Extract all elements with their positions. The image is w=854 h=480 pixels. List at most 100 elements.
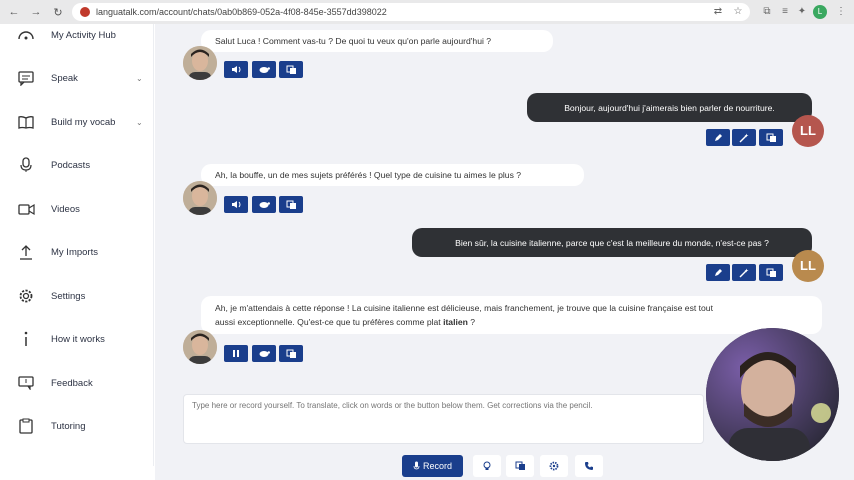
chat-bubble-icon bbox=[17, 69, 35, 87]
translate-button[interactable] bbox=[759, 264, 783, 281]
book-icon bbox=[17, 113, 35, 131]
tutor-avatar bbox=[183, 46, 217, 80]
extension-icon[interactable]: ✦ bbox=[795, 5, 809, 19]
message-line: aussi exceptionnelle. Qu'est-ce que tu p… bbox=[215, 317, 476, 327]
lightbulb-icon bbox=[483, 461, 491, 470]
translate-button[interactable] bbox=[759, 129, 783, 146]
chat-settings-button[interactable] bbox=[540, 455, 568, 477]
turtle-icon bbox=[259, 67, 270, 73]
translate-icon bbox=[766, 268, 776, 277]
microphone-icon bbox=[413, 461, 420, 470]
sidebar-item-settings[interactable]: Settings bbox=[0, 281, 154, 311]
magic-wand-icon bbox=[739, 133, 749, 142]
translate-button[interactable] bbox=[279, 345, 303, 362]
sidebar-item-label: Tutoring bbox=[51, 420, 86, 432]
hint-button[interactable] bbox=[473, 455, 501, 477]
feedback-icon bbox=[17, 374, 35, 392]
sidebar-item-label: How it works bbox=[51, 333, 105, 345]
translate-icon bbox=[286, 349, 296, 358]
sidebar-item-feedback[interactable]: Feedback bbox=[0, 368, 154, 398]
sidebar: My Activity Hub Speak ⌄ Build my vocab ⌄… bbox=[0, 24, 154, 466]
user-avatar: LL bbox=[792, 250, 824, 282]
sidebar-item-label: Settings bbox=[51, 290, 86, 302]
bookmark-star-icon[interactable]: ☆ bbox=[732, 6, 744, 18]
forward-icon[interactable]: → bbox=[28, 4, 44, 20]
site-info-icon[interactable] bbox=[80, 7, 90, 17]
reload-icon[interactable]: ↻ bbox=[50, 4, 66, 20]
bot-message[interactable]: Ah, je m'attendais à cette réponse ! La … bbox=[201, 296, 822, 334]
profile-avatar[interactable]: L bbox=[813, 5, 827, 19]
record-label: Record bbox=[422, 461, 452, 471]
slow-audio-button[interactable] bbox=[252, 345, 276, 362]
translate-button[interactable] bbox=[279, 196, 303, 213]
bot-message[interactable]: Salut Luca ! Comment vas-tu ? De quoi tu… bbox=[201, 30, 553, 52]
translate-icon bbox=[286, 65, 296, 74]
sidebar-item-label: My Imports bbox=[51, 246, 98, 258]
url-text: languatalk.com/account/chats/0ab0b869-05… bbox=[96, 7, 387, 17]
edit-button[interactable] bbox=[706, 264, 730, 281]
sidebar-item-build-vocab[interactable]: Build my vocab ⌄ bbox=[0, 107, 154, 137]
translate-icon[interactable]: ⇄ bbox=[712, 6, 724, 18]
video-camera-icon bbox=[17, 200, 35, 218]
sidebar-item-tutoring[interactable]: Tutoring bbox=[0, 411, 154, 441]
edit-button[interactable] bbox=[706, 129, 730, 146]
message-input[interactable] bbox=[184, 395, 703, 443]
sidebar-item-label: Videos bbox=[51, 203, 80, 215]
translate-icon bbox=[515, 461, 525, 470]
speaker-icon bbox=[231, 201, 240, 208]
message-text: Salut Luca ! Comment vas-tu ? De quoi tu… bbox=[215, 36, 492, 46]
gear-icon bbox=[549, 461, 559, 471]
sidebar-item-how-it-works[interactable]: How it works bbox=[0, 324, 154, 354]
extensions-icon[interactable]: ⧉ bbox=[760, 5, 774, 19]
user-avatar: LL bbox=[792, 115, 824, 147]
upload-icon bbox=[17, 243, 35, 261]
gear-icon bbox=[17, 287, 35, 305]
message-input-container bbox=[183, 394, 704, 444]
sidebar-item-label: Podcasts bbox=[51, 159, 91, 171]
turtle-icon bbox=[259, 202, 270, 208]
play-audio-button[interactable] bbox=[224, 61, 248, 78]
chevron-down-icon[interactable]: ⌄ bbox=[136, 118, 143, 127]
turtle-icon bbox=[259, 351, 270, 357]
record-button[interactable]: Record bbox=[402, 455, 463, 477]
pause-icon bbox=[233, 350, 239, 357]
sidebar-item-podcasts[interactable]: Podcasts bbox=[0, 150, 154, 180]
speaker-icon bbox=[231, 66, 240, 73]
address-bar[interactable]: languatalk.com/account/chats/0ab0b869-05… bbox=[72, 3, 750, 21]
back-icon[interactable]: ← bbox=[6, 4, 22, 20]
sidebar-item-label: Build my vocab bbox=[51, 116, 116, 128]
message-line: Ah, je m'attendais à cette réponse ! La … bbox=[215, 303, 713, 313]
target-icon bbox=[17, 26, 35, 44]
highlighted-word[interactable]: italien bbox=[443, 317, 468, 327]
menu-icon[interactable]: ⋮ bbox=[834, 5, 848, 19]
tutor-avatar bbox=[183, 330, 217, 364]
chevron-down-icon[interactable]: ⌄ bbox=[136, 74, 143, 83]
sidebar-item-imports[interactable]: My Imports bbox=[0, 237, 154, 267]
translate-tool-button[interactable] bbox=[506, 455, 534, 477]
call-button[interactable] bbox=[575, 455, 603, 477]
magic-wand-icon bbox=[739, 268, 749, 277]
bot-message[interactable]: Ah, la bouffe, un de mes sujets préférés… bbox=[201, 164, 584, 186]
phone-icon bbox=[585, 462, 593, 470]
play-audio-button[interactable] bbox=[224, 196, 248, 213]
sidebar-item-speak[interactable]: Speak ⌄ bbox=[0, 63, 154, 93]
downloads-icon[interactable]: ≡ bbox=[778, 5, 792, 19]
clipboard-icon bbox=[17, 417, 35, 435]
translate-icon bbox=[286, 200, 296, 209]
pause-audio-button[interactable] bbox=[224, 345, 248, 362]
info-icon bbox=[17, 330, 35, 348]
translate-button[interactable] bbox=[279, 61, 303, 78]
slow-audio-button[interactable] bbox=[252, 61, 276, 78]
user-message[interactable]: Bonjour, aujourd'hui j'aimerais bien par… bbox=[527, 93, 812, 122]
message-text: Bonjour, aujourd'hui j'aimerais bien par… bbox=[564, 102, 775, 113]
message-text: Ah, la bouffe, un de mes sujets préférés… bbox=[215, 170, 522, 180]
user-message[interactable]: Bien sûr, la cuisine italienne, parce qu… bbox=[412, 228, 812, 257]
tutor-avatar bbox=[183, 181, 217, 215]
correct-button[interactable] bbox=[732, 264, 756, 281]
correct-button[interactable] bbox=[732, 129, 756, 146]
sidebar-item-activity-hub[interactable]: My Activity Hub bbox=[0, 20, 154, 50]
sidebar-item-videos[interactable]: Videos bbox=[0, 194, 154, 224]
sidebar-item-label: Speak bbox=[51, 72, 78, 84]
slow-audio-button[interactable] bbox=[252, 196, 276, 213]
pencil-icon bbox=[714, 269, 722, 276]
